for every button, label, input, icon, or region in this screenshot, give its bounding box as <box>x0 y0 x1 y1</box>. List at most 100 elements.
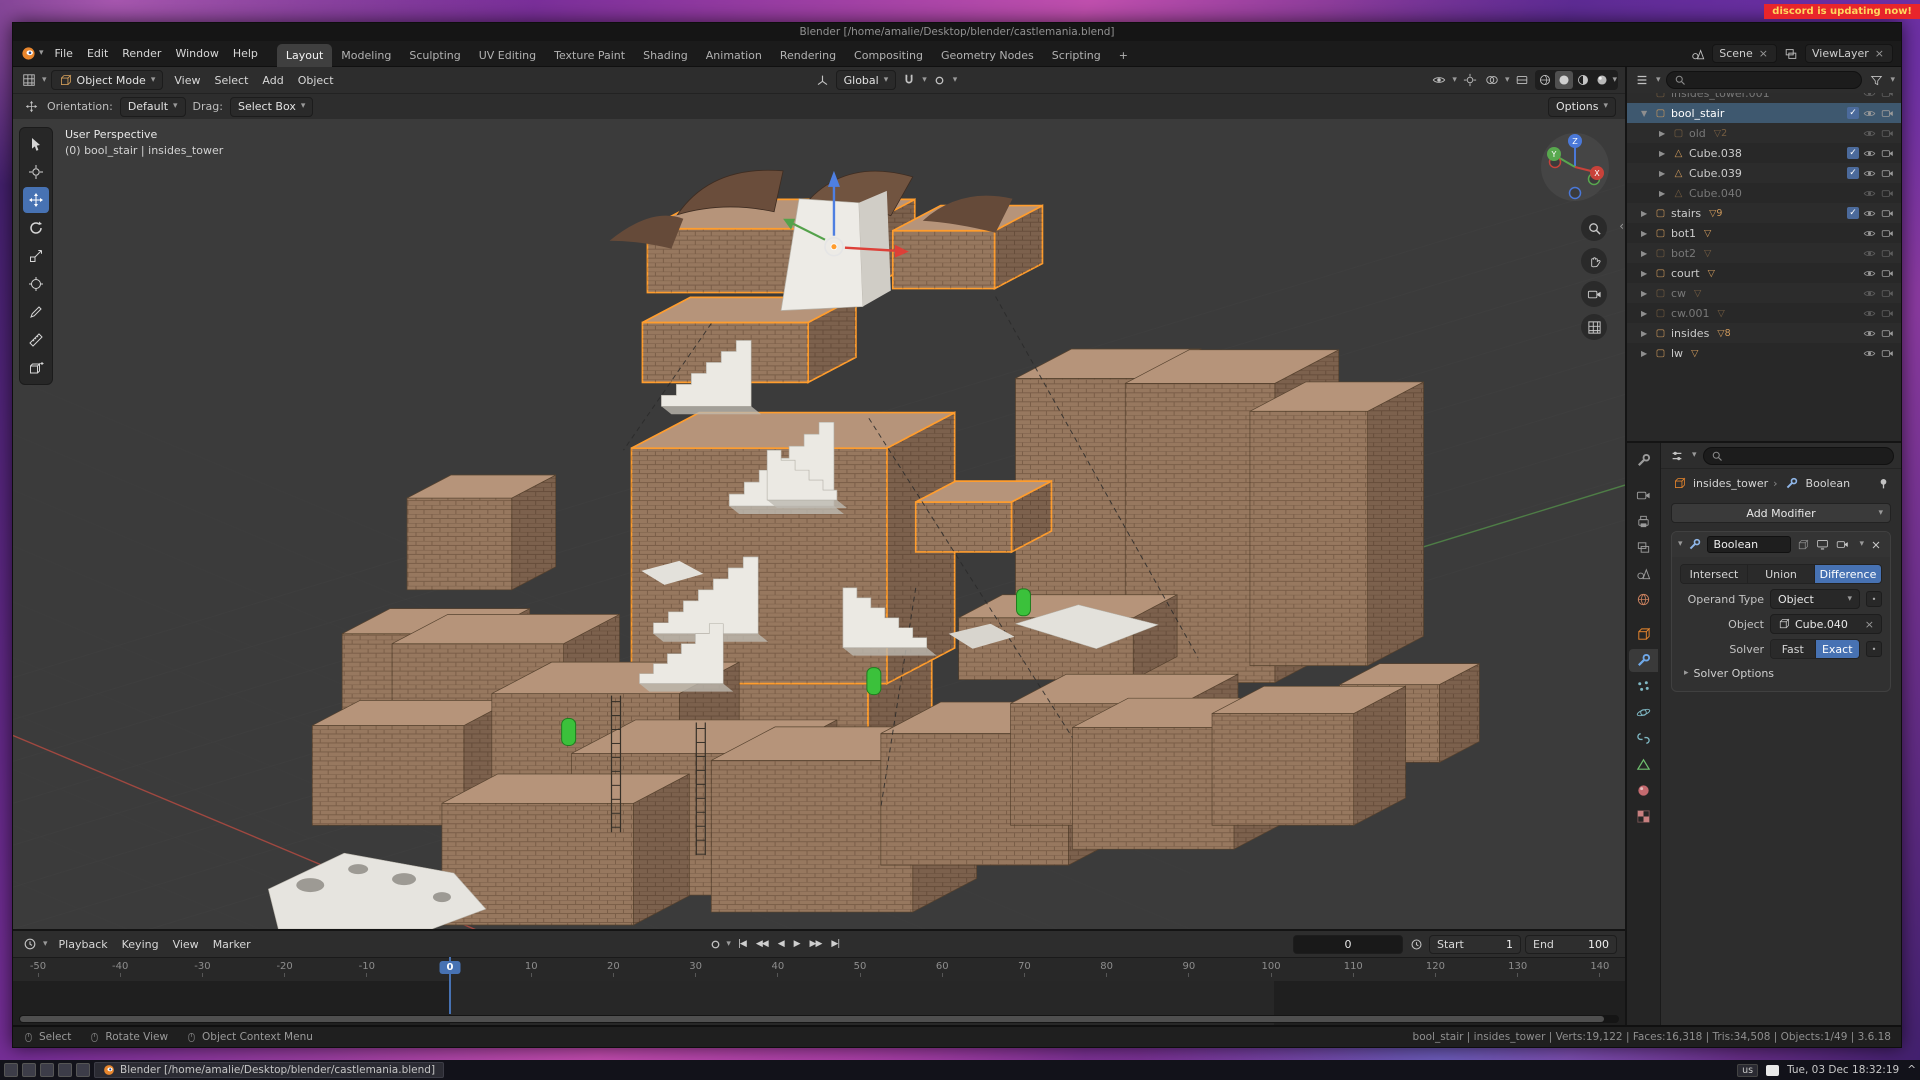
shading-solid-icon[interactable] <box>1555 71 1573 89</box>
disable-render-icon[interactable] <box>1880 287 1895 300</box>
tweak-tool-button[interactable] <box>23 131 49 157</box>
taskbar-app-icon[interactable] <box>40 1063 54 1077</box>
playback-button[interactable]: ▶▶ <box>805 937 827 951</box>
solver-button[interactable]: Exact <box>1816 640 1860 658</box>
outliner-row[interactable]: ▶ ▢ lw ▽ <box>1627 343 1901 363</box>
playback-button[interactable]: ▶| <box>826 937 844 951</box>
editor-type-icon[interactable] <box>20 71 38 89</box>
disable-render-icon[interactable] <box>1880 147 1895 160</box>
transform-orientation-dropdown[interactable]: Global ▾ <box>836 70 897 90</box>
disclosure-icon[interactable]: ▶ <box>1659 149 1669 158</box>
tab-material[interactable] <box>1629 779 1658 802</box>
tab-modifiers[interactable] <box>1629 649 1658 672</box>
taskbar-app-icon[interactable] <box>58 1063 72 1077</box>
extras-dropdown-icon[interactable]: ▾ <box>1859 540 1864 549</box>
properties-search-input[interactable] <box>1703 447 1894 465</box>
viewport-menu-item[interactable]: Add <box>255 70 290 91</box>
zoom-icon[interactable] <box>1581 215 1607 241</box>
disable-render-icon[interactable] <box>1880 207 1895 220</box>
outliner-row[interactable]: ▢ insides_tower.001 <box>1627 93 1901 103</box>
keyboard-layout-indicator[interactable]: us <box>1737 1064 1758 1077</box>
playback-button[interactable]: ▶ <box>789 937 805 951</box>
disclosure-icon[interactable]: ▶ <box>1659 129 1669 138</box>
outliner-row[interactable]: ▶ ▢ cw.001 ▽ <box>1627 303 1901 323</box>
current-frame-field[interactable]: 0 <box>1293 935 1403 954</box>
boolean-operation-button[interactable]: Difference <box>1815 565 1881 583</box>
frame-start-field[interactable]: Start 1 <box>1429 935 1521 954</box>
disable-render-icon[interactable] <box>1880 107 1895 120</box>
exclude-checkbox[interactable]: ✓ <box>1847 147 1859 159</box>
item-label[interactable]: insides_tower.001 <box>1671 93 1770 100</box>
operand-extra-button[interactable]: • <box>1866 591 1882 607</box>
disable-render-icon[interactable] <box>1880 167 1895 180</box>
disclosure-icon[interactable]: ▶ <box>1641 289 1651 298</box>
item-label[interactable]: insides <box>1671 327 1709 340</box>
pan-hand-icon[interactable] <box>1581 248 1607 274</box>
add-modifier-button[interactable]: Add Modifier ▾ <box>1671 503 1891 523</box>
tab-texture[interactable] <box>1629 805 1658 828</box>
disable-render-icon[interactable] <box>1880 327 1895 340</box>
item-label[interactable]: stairs <box>1671 207 1701 220</box>
item-label[interactable]: old <box>1689 127 1706 140</box>
hide-viewport-icon[interactable] <box>1862 127 1877 140</box>
workspace-tab[interactable]: Scripting <box>1043 44 1110 67</box>
proportional-editing-icon[interactable] <box>931 71 949 89</box>
chevron-down-icon[interactable]: ▾ <box>1890 76 1895 85</box>
tab-physics[interactable] <box>1629 701 1658 724</box>
window-titlebar[interactable]: Blender [/home/amalie/Desktop/blender/ca… <box>13 23 1901 41</box>
notification-toast[interactable]: discord is updating now! <box>1764 4 1920 19</box>
timeline-menu-item[interactable]: Marker <box>206 934 258 955</box>
close-icon[interactable]: × <box>1873 47 1886 60</box>
playhead-frame-badge[interactable]: 0 <box>440 961 461 974</box>
workspace-tab[interactable]: UV Editing <box>470 44 545 67</box>
outliner-row[interactable]: ▶ ▢ old ▽2 <box>1627 123 1901 143</box>
chevron-down-icon[interactable]: ▾ <box>922 76 927 85</box>
snap-magnet-icon[interactable] <box>900 71 918 89</box>
hide-viewport-icon[interactable] <box>1862 147 1877 160</box>
filter-icon[interactable] <box>1867 71 1885 89</box>
topbar-menu-item[interactable]: Render <box>115 43 168 64</box>
timeline-track[interactable] <box>13 981 1625 1025</box>
shading-wireframe-icon[interactable] <box>1536 71 1554 89</box>
tab-output[interactable] <box>1629 510 1658 533</box>
outliner-search-input[interactable] <box>1666 71 1863 89</box>
disclosure-icon[interactable]: ▶ <box>1641 309 1651 318</box>
boolean-operation-button[interactable]: Intersect <box>1681 565 1748 583</box>
workspace-tab[interactable]: Sculpting <box>400 44 469 67</box>
shading-material-icon[interactable] <box>1574 71 1592 89</box>
blender-menu-button[interactable]: ▾ <box>21 46 44 61</box>
outliner-row[interactable]: ▶ ▢ insides ▽8 <box>1627 323 1901 343</box>
outliner-row[interactable]: ▶ ▢ court ▽ <box>1627 263 1901 283</box>
item-label[interactable]: bot1 <box>1671 227 1696 240</box>
outliner-row[interactable]: ▶ ▢ cw ▽ <box>1627 283 1901 303</box>
hide-viewport-icon[interactable] <box>1862 227 1877 240</box>
disable-render-icon[interactable] <box>1880 127 1895 140</box>
item-label[interactable]: Cube.038 <box>1689 147 1742 160</box>
hide-viewport-icon[interactable] <box>1862 187 1877 200</box>
solver-extra-button[interactable]: • <box>1866 641 1882 657</box>
disable-render-icon[interactable] <box>1880 187 1895 200</box>
hide-viewport-icon[interactable] <box>1862 167 1877 180</box>
disclosure-icon[interactable]: ▶ <box>1641 209 1651 218</box>
disclosure-icon[interactable]: ▼ <box>1641 109 1651 118</box>
outliner-row[interactable]: ▶ ▢ bot1 ▽ <box>1627 223 1901 243</box>
shading-rendered-icon[interactable] <box>1593 71 1611 89</box>
boolean-operation-button[interactable]: Union <box>1748 565 1815 583</box>
camera-view-icon[interactable] <box>1581 281 1607 307</box>
workspace-tab[interactable]: Rendering <box>771 44 845 67</box>
timeline-menu-item[interactable]: Playback <box>52 934 115 955</box>
disclosure-icon[interactable]: ▶ <box>1659 189 1669 198</box>
topbar-menu-item[interactable]: File <box>48 43 80 64</box>
item-label[interactable]: bot2 <box>1671 247 1696 260</box>
timeline-menu-item[interactable]: View <box>166 934 206 955</box>
playback-button[interactable]: ◀ <box>773 937 789 951</box>
timeline-scrollbar[interactable] <box>19 1015 1619 1023</box>
tab-object[interactable] <box>1629 623 1658 646</box>
viewport-menu-item[interactable]: Select <box>207 70 255 91</box>
item-label[interactable]: lw <box>1671 347 1683 360</box>
item-label[interactable]: cw <box>1671 287 1686 300</box>
workspace-tab[interactable]: Modeling <box>332 44 400 67</box>
disable-render-icon[interactable] <box>1880 227 1895 240</box>
measure-tool-button[interactable] <box>23 327 49 353</box>
chevron-down-icon[interactable]: ▾ <box>953 76 958 85</box>
